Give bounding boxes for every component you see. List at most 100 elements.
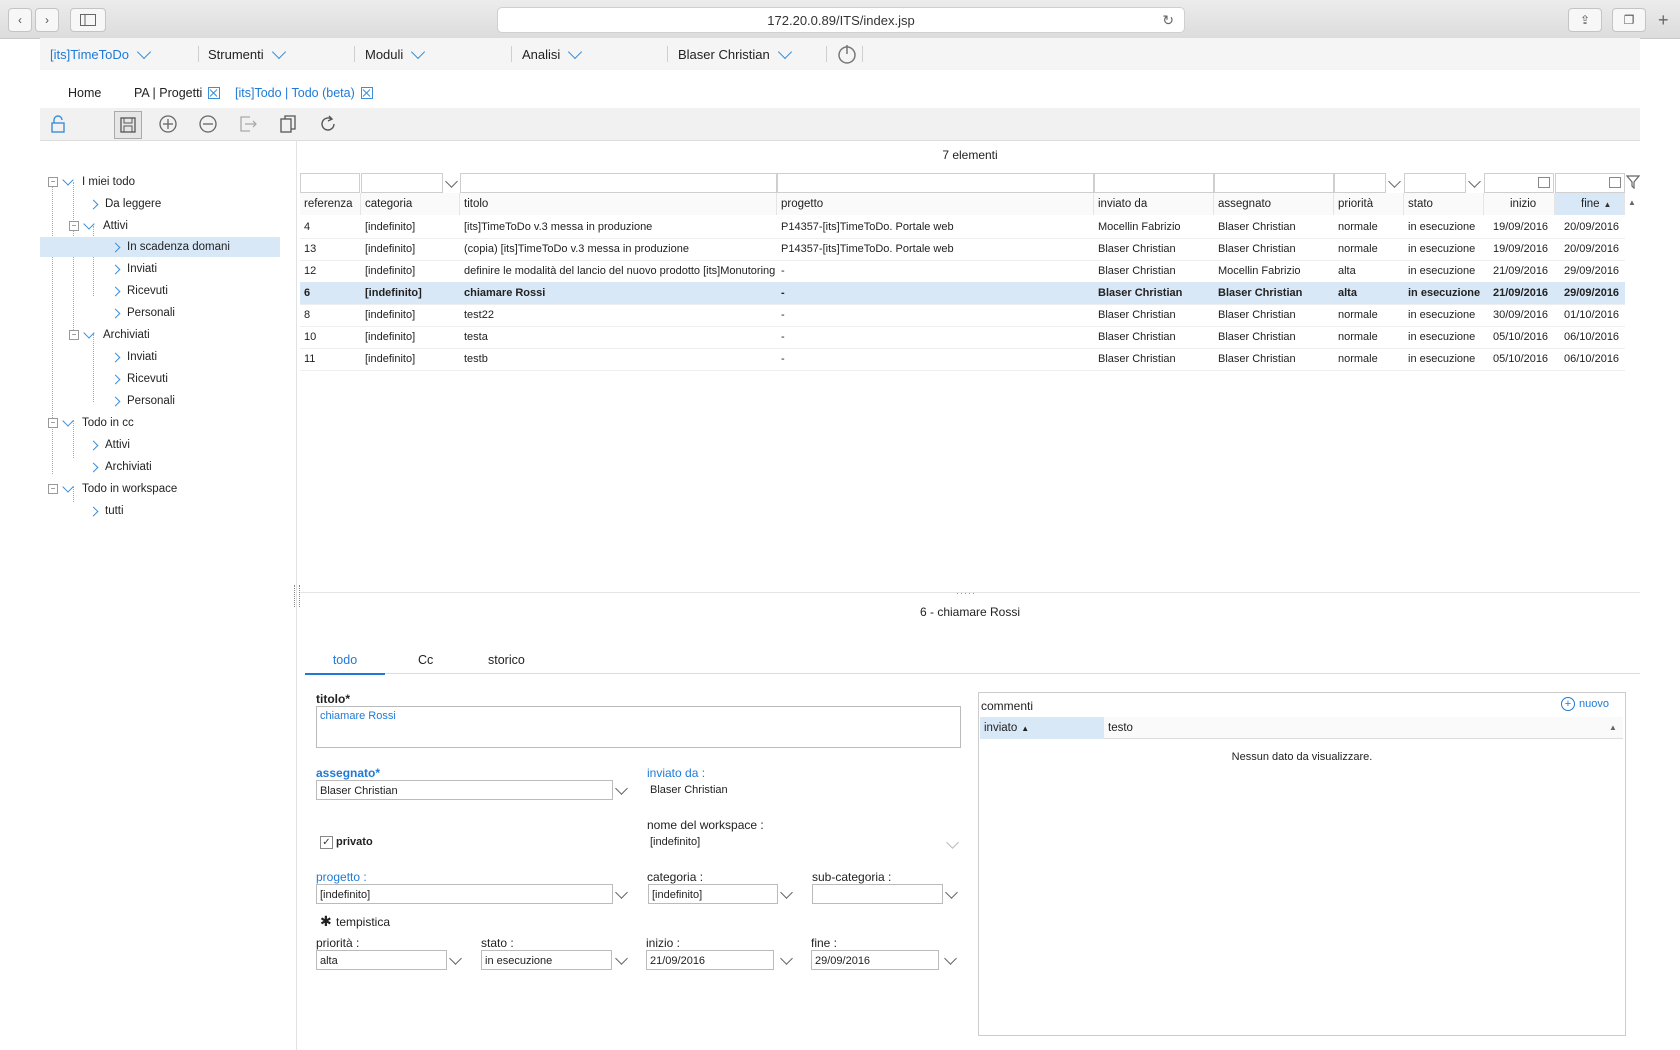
tab-todo[interactable]: [its]Todo | Todo (beta) [235,86,373,100]
tree-node-archiviati[interactable]: − Archiviati [69,325,150,345]
export-icon[interactable] [236,112,260,136]
table-row[interactable]: 4 [indefinito] [its]TimeToDo v.3 messa in … [300,216,1625,239]
new-tab-icon[interactable]: + [1658,10,1669,31]
tree-node-cc-attivi[interactable]: Attivi [88,435,130,455]
collapse-icon[interactable]: − [69,221,79,231]
menu-analisi[interactable]: Analisi [522,38,583,70]
close-icon[interactable] [360,87,373,99]
tab-detail-todo[interactable]: todo [305,653,385,675]
tree-node-tutti[interactable]: tutti [88,501,124,521]
subcategoria-field[interactable] [812,884,943,904]
scroll-up-icon[interactable]: ▲ [1628,198,1636,207]
collapse-icon[interactable]: − [48,484,58,494]
dropdown-arrow-icon[interactable] [445,175,458,188]
dropdown-arrow-icon[interactable] [615,782,628,795]
tree-node-cc-archiviati[interactable]: Archiviati [88,457,152,477]
col-comment-inviato[interactable]: inviato ▲ [980,717,1104,739]
tree-node-personali[interactable]: Personali [110,303,175,323]
filter-referenza[interactable] [300,173,360,193]
snowflake-icon[interactable]: ✱ [320,913,332,930]
col-titolo[interactable]: titolo [460,193,777,215]
remove-icon[interactable] [196,112,220,136]
tab-detail-cc[interactable]: Cc [418,653,433,667]
menu-moduli[interactable]: Moduli [365,38,426,70]
stato-field[interactable]: in esecuzione [481,950,612,970]
menu-timetodo[interactable]: [its]TimeToDo [50,38,152,70]
filter-priorita[interactable] [1334,173,1386,193]
power-icon[interactable] [836,43,858,68]
tree-node-in-scadenza-domani[interactable]: In scadenza domani [40,237,280,257]
calendar-icon[interactable] [1538,177,1550,188]
dropdown-arrow-icon[interactable] [945,886,958,899]
col-priorita[interactable]: priorità [1334,193,1404,215]
dropdown-arrow-icon[interactable] [1388,175,1401,188]
table-row[interactable]: 10 [indefinito] testa - Blaser Christian Blas… [300,326,1625,349]
dropdown-arrow-icon[interactable] [780,952,793,965]
tree-node-miei-todo[interactable]: − I miei todo [48,172,135,192]
tree-node-archiviati-inviati[interactable]: Inviati [110,347,157,367]
priorita-field[interactable]: alta [316,950,447,970]
tree-node-inviati[interactable]: Inviati [110,259,157,279]
tree-node-ricevuti[interactable]: Ricevuti [110,281,168,301]
back-button[interactable]: ‹ [8,8,32,32]
tab-detail-storico[interactable]: storico [488,653,525,667]
col-assegnato[interactable]: assegnato [1214,193,1334,215]
filter-categoria[interactable] [361,173,443,193]
refresh-icon[interactable] [316,112,340,136]
share-icon[interactable]: ⇪ [1568,8,1602,32]
collapse-icon[interactable]: − [69,330,79,340]
scroll-up-icon[interactable]: ▲ [1609,723,1617,732]
col-fine[interactable]: fine ▲ [1555,193,1625,215]
address-bar[interactable]: 172.20.0.89/ITS/index.jsp ↻ [497,7,1185,33]
filter-inviato-da[interactable] [1094,173,1214,193]
close-icon[interactable] [208,87,221,99]
tabs-overview-icon[interactable]: ❐ [1612,8,1646,32]
table-row[interactable]: 6 [indefinito] chiamare Rossi - Blaser Chris… [300,282,1625,305]
reload-icon[interactable]: ↻ [1162,12,1174,29]
sidebar-toggle-icon[interactable] [70,8,106,32]
splitter-grip-icon[interactable]: ····· [956,588,976,598]
col-categoria[interactable]: categoria [361,193,460,215]
save-icon[interactable] [114,111,142,139]
col-referenza[interactable]: referenza [300,193,361,215]
tab-home[interactable]: Home [68,86,101,100]
unlock-icon[interactable] [46,112,70,136]
menu-user[interactable]: Blaser Christian [678,38,792,70]
dropdown-arrow-icon[interactable] [615,886,628,899]
filter-inizio[interactable] [1484,173,1554,193]
table-row[interactable]: 8 [indefinito] test22 - Blaser Christian Blas… [300,304,1625,327]
tree-node-attivi[interactable]: − Attivi [69,216,128,236]
col-stato[interactable]: stato [1404,193,1484,215]
menu-strumenti[interactable]: Strumenti [208,38,286,70]
fine-field[interactable]: 29/09/2016 [811,950,939,970]
dropdown-arrow-icon[interactable] [1468,175,1481,188]
dropdown-arrow-icon[interactable] [946,836,959,849]
collapse-icon[interactable]: − [48,177,58,187]
filter-progetto[interactable] [777,173,1094,193]
new-comment-button[interactable]: + nuovo [1561,697,1609,711]
dropdown-arrow-icon[interactable] [780,886,793,899]
filter-titolo[interactable] [460,173,777,193]
table-row[interactable]: 12 [indefinito] definire le modalità del l… [300,260,1625,283]
calendar-icon[interactable] [1609,177,1621,188]
collapse-icon[interactable]: − [48,418,58,428]
col-progetto[interactable]: progetto [777,193,1094,215]
col-inviato-da[interactable]: inviato da [1094,193,1214,215]
titolo-field[interactable]: chiamare Rossi [316,706,961,748]
tree-node-archiviati-ricevuti[interactable]: Ricevuti [110,369,168,389]
assegnato-field[interactable]: Blaser Christian [316,780,613,800]
tree-node-da-leggere[interactable]: Da leggere [88,194,161,214]
tree-node-archiviati-personali[interactable]: Personali [110,391,175,411]
tree-node-todo-in-cc[interactable]: − Todo in cc [48,413,134,433]
dropdown-arrow-icon[interactable] [944,952,957,965]
filter-fine[interactable] [1555,173,1625,193]
filter-icon[interactable] [1625,175,1641,192]
add-icon[interactable] [156,112,180,136]
filter-assegnato[interactable] [1214,173,1334,193]
dropdown-arrow-icon[interactable] [449,952,462,965]
copy-icon[interactable] [276,112,300,136]
forward-button[interactable]: › [35,8,59,32]
col-inizio[interactable]: inizio [1484,193,1555,215]
privato-checkbox[interactable]: ✓ [320,836,333,849]
inizio-field[interactable]: 21/09/2016 [646,950,774,970]
